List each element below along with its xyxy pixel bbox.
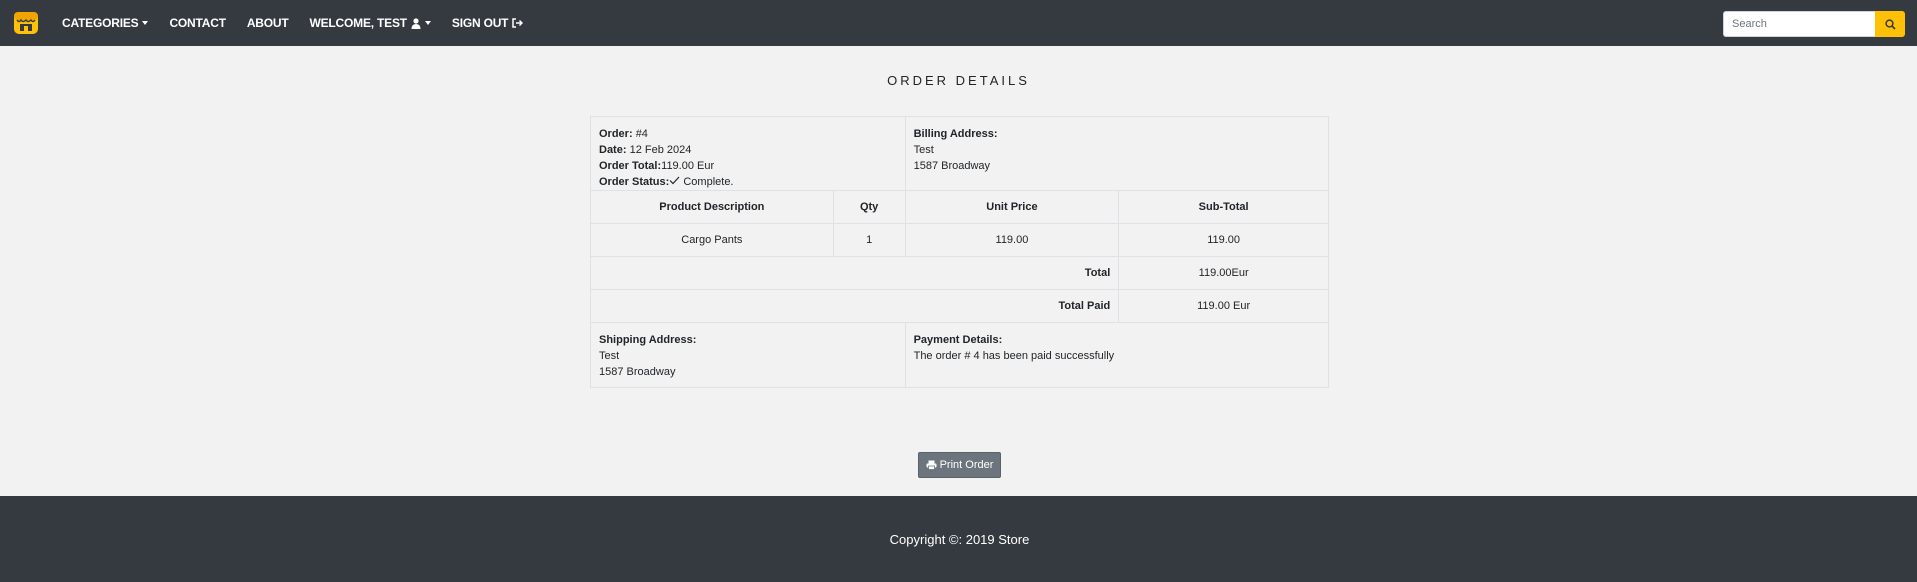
total-paid-label: Total Paid: [1058, 300, 1111, 313]
nav-sign-out-label: SIGN OUT: [451, 16, 509, 30]
nav-contact[interactable]: CONTACT: [169, 16, 226, 30]
shipping-label: Shipping Address:: [599, 334, 697, 347]
total-label: Total: [1084, 267, 1111, 280]
nav-categories-label: CATEGORIES: [62, 16, 139, 30]
copyright-text: Copyright ©: 2019 Store: [889, 531, 1030, 547]
total-paid-row: Total Paid 119.00 Eur: [589, 289, 1329, 324]
total-paid-value: 119.00 Eur: [1118, 289, 1329, 324]
table-row: Cargo Pants 1 119.00 119.00: [590, 223, 1329, 258]
user-icon: [411, 17, 421, 29]
product-description: Cargo Pants: [590, 223, 834, 258]
search-input[interactable]: [1723, 11, 1875, 37]
col-header-qty: Qty: [832, 190, 906, 225]
nav-sign-out[interactable]: SIGN OUT: [451, 16, 524, 30]
order-total: Order Total:119.00 Eur: [599, 160, 715, 172]
printer-icon: [926, 460, 940, 470]
billing-label: Billing Address:: [913, 128, 998, 140]
check-icon: [669, 174, 680, 190]
nav-categories[interactable]: CATEGORIES: [62, 16, 149, 30]
nav-contact-label: CONTACT: [169, 16, 226, 30]
total-row: Total 119.00Eur: [589, 256, 1329, 291]
payment-text: The order # 4 has been paid successfully: [913, 350, 1115, 363]
product-subtotal: 119.00: [1118, 223, 1329, 258]
product-unit-price: 119.00: [904, 223, 1120, 258]
order-status: Order Status: Complete.: [599, 174, 897, 190]
footer: Copyright ©: 2019 Store: [0, 496, 1917, 582]
search-form: [1723, 11, 1905, 37]
main-content: ORDER DETAILS Order: #4 Date: 12 Feb 202…: [0, 46, 1917, 496]
order-number: Order: #4: [599, 128, 648, 140]
col-header-description: Product Description: [590, 190, 834, 225]
shipping-address-cell: Shipping Address: Test 1587 Broadway: [590, 322, 906, 389]
caret-down-icon: [424, 21, 431, 25]
order-info-cell: Order: #4 Date: 12 Feb 2024 Order Total:…: [590, 115, 906, 192]
total-value: 119.00Eur: [1118, 256, 1329, 291]
navbar: CATEGORIES CONTACT ABOUT WELCOME, TEST S…: [0, 0, 1917, 46]
order-details-table: Order: #4 Date: 12 Feb 2024 Order Total:…: [589, 115, 1330, 389]
billing-address-cell: Billing Address: Test 1587 Broadway: [904, 115, 1330, 192]
caret-down-icon: [142, 21, 149, 25]
page-title: ORDER DETAILS: [887, 73, 1030, 88]
billing-street: 1587 Broadway: [913, 160, 991, 172]
nav-about[interactable]: ABOUT: [247, 16, 289, 30]
store-logo-icon[interactable]: [12, 9, 40, 37]
billing-name: Test: [913, 144, 934, 156]
shipping-name: Test: [599, 350, 620, 363]
product-qty: 1: [832, 223, 906, 258]
nav-about-label: ABOUT: [246, 16, 289, 30]
nav-welcome-label: WELCOME, TEST: [309, 16, 408, 30]
search-icon: [1884, 18, 1896, 30]
payment-label: Payment Details:: [913, 334, 1003, 347]
print-order-button[interactable]: Print Order: [918, 452, 1001, 478]
order-date: Date: 12 Feb 2024: [599, 144, 692, 156]
col-header-subtotal: Sub-Total: [1118, 190, 1329, 225]
payment-details-cell: Payment Details: The order # 4 has been …: [904, 322, 1330, 389]
search-button[interactable]: [1875, 11, 1905, 37]
table-header-row: Product Description Qty Unit Price Sub-T…: [590, 190, 1329, 225]
nav-welcome-user[interactable]: WELCOME, TEST: [310, 16, 431, 30]
col-header-unit-price: Unit Price: [904, 190, 1120, 225]
print-order-label: Print Order: [939, 459, 994, 471]
sign-out-icon: [512, 18, 524, 28]
shipping-street: 1587 Broadway: [599, 366, 676, 379]
